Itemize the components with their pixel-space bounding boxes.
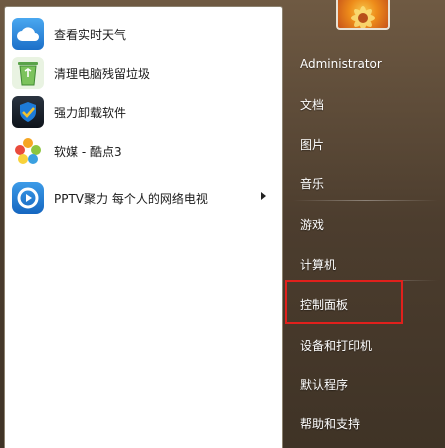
control-panel-highlight bbox=[285, 280, 403, 324]
program-item-cleanup[interactable]: 清理电脑残留垃圾 bbox=[8, 54, 280, 92]
program-item-pptv[interactable]: PPTV聚力 每个人的网络电视 bbox=[8, 179, 280, 217]
program-item-kudian[interactable]: 软媒 - 酷点3 bbox=[8, 132, 280, 170]
program-label: 查看实时天气 bbox=[54, 27, 127, 42]
music-link[interactable]: 音乐 bbox=[300, 175, 324, 192]
submenu-arrow-icon bbox=[261, 192, 266, 200]
program-item-uninstall[interactable]: 强力卸载软件 bbox=[8, 93, 280, 131]
program-label: 软媒 - 酷点3 bbox=[54, 144, 122, 159]
program-label: 强力卸载软件 bbox=[54, 105, 127, 120]
program-item-weather[interactable]: 查看实时天气 bbox=[8, 15, 280, 53]
start-menu-programs-pane: 查看实时天气 清理电脑残留垃圾 强力卸载软件 软媒 - 酷点3 PPTV聚力 每… bbox=[4, 6, 283, 448]
menu-separator bbox=[293, 200, 438, 201]
pictures-link[interactable]: 图片 bbox=[300, 136, 324, 153]
program-label: PPTV聚力 每个人的网络电视 bbox=[54, 191, 208, 206]
default-programs-link[interactable]: 默认程序 bbox=[300, 376, 348, 393]
help-support-link[interactable]: 帮助和支持 bbox=[300, 415, 360, 432]
kudian-flower-icon bbox=[12, 135, 44, 167]
devices-printers-link[interactable]: 设备和打印机 bbox=[300, 337, 372, 354]
user-name-link[interactable]: Administrator bbox=[300, 57, 382, 71]
user-picture[interactable] bbox=[336, 0, 390, 30]
pptv-icon bbox=[12, 182, 44, 214]
weather-cloud-icon bbox=[12, 18, 44, 50]
documents-link[interactable]: 文档 bbox=[300, 96, 324, 113]
start-menu-places-pane: Administrator 文档 图片 音乐 游戏 计算机 控制面板 设备和打印… bbox=[283, 0, 445, 448]
games-link[interactable]: 游戏 bbox=[300, 216, 324, 233]
computer-link[interactable]: 计算机 bbox=[300, 256, 336, 273]
uninstall-shield-icon bbox=[12, 96, 44, 128]
program-label: 清理电脑残留垃圾 bbox=[54, 66, 151, 81]
recycle-bin-icon bbox=[12, 57, 44, 89]
